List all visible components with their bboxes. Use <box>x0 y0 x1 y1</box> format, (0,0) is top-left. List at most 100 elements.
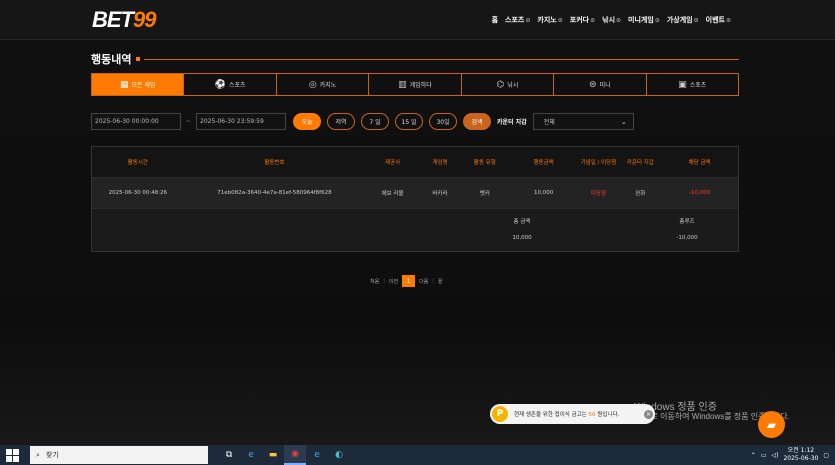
chevron-down-icon: ⊙ <box>557 16 563 24</box>
edge-new-icon[interactable]: ◐ <box>328 445 350 465</box>
counter-wallet: 완화 <box>635 191 646 197</box>
last-page-link[interactable]: 끝 <box>438 278 443 285</box>
coin-icon: P <box>492 406 508 422</box>
game-name: 바카라 <box>432 191 448 197</box>
ticket-icon: ▣ <box>678 79 687 90</box>
provider: 에보 리볼 <box>381 191 404 197</box>
page-title: 행동내역 <box>91 53 132 66</box>
game-tabs: ▦ 모든 게임 ⚽ 스포츠 ◎ 카지노 ▥ 게임하다 ⌬ 낚시 ⊜ 미니 ▣ 스포츠 <box>91 73 739 96</box>
counter-wallet-label: 카운터 지갑 <box>497 119 527 126</box>
tab-sports-2[interactable]: ▣ 스포츠 <box>647 74 738 95</box>
profit-value: -10,000 <box>676 235 698 241</box>
taskbar-search[interactable]: ⌕ 찾기 <box>30 446 208 464</box>
logo[interactable]: BET99 <box>92 6 157 33</box>
nav-sports[interactable]: 스포츠⊙ <box>505 15 530 25</box>
chip-icon: ◎ <box>308 79 317 90</box>
activity-table: 활동시간 활동번호 제공사 게임명 활동 유형 행동금액 기념일 / 이당첨 카… <box>91 146 739 252</box>
col-activity-type: 활동 유형 <box>473 160 496 166</box>
tab-sports[interactable]: ⚽ 스포츠 <box>184 74 277 95</box>
nav-virtual[interactable]: 가상게임⊙ <box>667 15 699 25</box>
tab-casino[interactable]: ◎ 카지노 <box>277 74 370 95</box>
7-days-button[interactable]: 7 일 <box>361 113 390 130</box>
prev-page-link[interactable]: 이전 <box>389 278 398 285</box>
notification-icon[interactable]: ▢ <box>823 452 829 459</box>
chevron-down-icon: ⊙ <box>525 16 531 24</box>
15-days-button[interactable]: 15 일 <box>395 113 424 130</box>
today-button[interactable]: 오늘 <box>293 113 322 130</box>
search-button[interactable]: 검색 <box>463 113 492 130</box>
col-amount: 해당 금액 <box>688 160 711 166</box>
tab-mini[interactable]: ⊜ 미니 <box>554 74 647 95</box>
col-activity-time: 활동시간 <box>127 160 148 166</box>
ie-icon[interactable]: e <box>306 445 328 465</box>
toast-message: 현재 생존을 위한 접이식 금고는 50 원입니다. <box>514 412 620 418</box>
next-page-link[interactable]: 다음 <box>419 278 428 285</box>
network-icon[interactable]: ▭ <box>761 452 767 459</box>
col-provider: 제공사 <box>384 160 401 166</box>
volume-icon[interactable]: ◁) <box>771 452 778 459</box>
col-result: 기념일 / 이당첨 <box>580 160 617 166</box>
task-view-icon[interactable]: ⧉ <box>218 445 240 465</box>
file-explorer-icon[interactable]: ▬ <box>262 445 284 465</box>
notification-toast[interactable]: P 현재 생존을 위한 접이식 금고는 50 원입니다. × <box>490 404 655 424</box>
main-nav: 홈 스포츠⊙ 카지노⊙ 포커다⊙ 낚시⊙ 미니게임⊙ 가상게임⊙ 이벤트⊙ <box>492 15 731 25</box>
amount: -10,000 <box>689 190 711 196</box>
bet-amount: 10,000 <box>533 190 554 196</box>
search-icon: ⌕ <box>36 450 40 459</box>
top-navbar: BET99 홈 스포츠⊙ 카지노⊙ 포커다⊙ 낚시⊙ 미니게임⊙ 가상게임⊙ 이… <box>0 0 835 40</box>
title-divider <box>144 58 739 60</box>
nav-casino[interactable]: 카지노⊙ <box>537 15 562 25</box>
chevron-down-icon: ⌄ <box>620 117 627 126</box>
gamepad-icon: ⊜ <box>589 79 597 90</box>
chrome-icon[interactable]: ◉ <box>284 445 306 465</box>
col-game-name: 게임명 <box>432 160 448 166</box>
logo-text: BET <box>92 6 134 32</box>
result-status: 미당첨 <box>590 191 607 197</box>
table-header: 활동시간 활동번호 제공사 게임명 활동 유형 행동금액 기념일 / 이당첨 카… <box>92 147 738 178</box>
close-icon[interactable]: × <box>644 409 653 419</box>
title-marker <box>136 57 141 61</box>
first-page-link[interactable]: 처음 <box>370 278 379 285</box>
activity-time: 2025-06-30 00:48:26 <box>108 190 168 196</box>
clock[interactable]: 오전 1:12 2025-06-30 <box>783 447 818 463</box>
page-1-button[interactable]: 1 <box>402 275 416 287</box>
nav-event[interactable]: 이벤트⊙ <box>706 15 731 25</box>
chat-bubble-icon: ▰ <box>766 417 777 432</box>
soccer-icon: ⚽ <box>214 79 226 90</box>
table-summary: 총 금액 10,000 총루즈 -10,000 <box>92 209 738 251</box>
tab-fishing[interactable]: ⌬ 낚시 <box>462 74 555 95</box>
counter-wallet-select[interactable]: 전체 ⌄ <box>532 113 634 130</box>
tab-slot[interactable]: ▥ 게임하다 <box>369 74 462 95</box>
edge-icon[interactable]: e <box>240 445 262 465</box>
tab-all-games[interactable]: ▦ 모든 게임 <box>92 74 185 95</box>
windows-taskbar: ⌕ 찾기 ⧉ e ▬ ◉ e ◐ ⌃ ▭ ◁) 오전 1:12 2025-06-… <box>0 445 835 465</box>
windows-start-icon[interactable] <box>4 447 20 463</box>
yesterday-button[interactable]: 저역 <box>327 113 356 130</box>
nav-poker[interactable]: 포커다⊙ <box>570 15 595 25</box>
col-bet-amount: 행동금액 <box>533 160 554 166</box>
activity-id: 71eb082a-3640-4e7a-81ef-580964f8f628 <box>217 190 332 196</box>
fish-icon: ⌬ <box>496 79 505 90</box>
chevron-down-icon: ⊙ <box>693 16 699 24</box>
activity-type: 벳커 <box>479 191 490 197</box>
col-counter-wallet: 카운터 지갑 <box>626 160 654 166</box>
nav-fishing[interactable]: 낚시⊙ <box>602 15 621 25</box>
total-label: 총 금액 <box>513 219 531 225</box>
chevron-up-icon[interactable]: ⌃ <box>751 452 756 459</box>
slot-icon: ▥ <box>398 79 407 90</box>
grid-icon: ▦ <box>119 79 129 90</box>
nav-minigame[interactable]: 미니게임⊙ <box>628 15 660 25</box>
table-row[interactable]: 2025-06-30 00:48:26 71eb082a-3640-4e7a-8… <box>92 178 738 209</box>
nav-home[interactable]: 홈 <box>492 15 498 25</box>
chevron-down-icon: ⊙ <box>725 16 731 24</box>
chevron-down-icon: ⊙ <box>590 16 596 24</box>
date-separator: ~ <box>186 118 192 125</box>
date-to-input[interactable]: 2025-06-30 23:59:59 <box>196 113 287 130</box>
30-days-button[interactable]: 30일 <box>429 113 458 130</box>
chevron-down-icon: ⊙ <box>654 16 660 24</box>
date-from-input[interactable]: 2025-06-30 00:00:00 <box>91 113 181 130</box>
pagination: 처음 | 이전 1 다음 | 끝 <box>370 275 443 287</box>
page: BET99 홈 스포츠⊙ 카지노⊙ 포커다⊙ 낚시⊙ 미니게임⊙ 가상게임⊙ 이… <box>0 0 835 465</box>
chat-button[interactable]: ▰ <box>758 411 785 438</box>
page-title-bar: 행동내역 <box>91 52 739 66</box>
